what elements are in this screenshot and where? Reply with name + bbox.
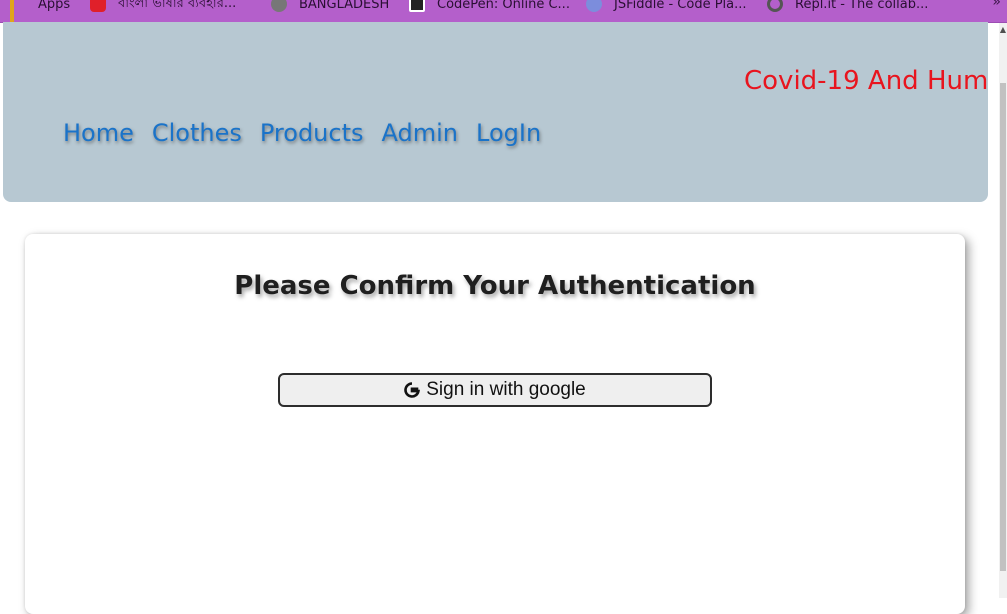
apps-icon [10,0,26,22]
scroll-thumb[interactable] [1000,83,1006,571]
page-scrollbar[interactable]: ▲ [999,23,1007,598]
codepen-icon [409,0,425,12]
news-marquee: Covid-19 And Human [744,66,988,96]
bookmark-label: BANGLADESH [299,0,390,12]
bookmarks-bar: Apps বাংলা ভাষার ব্যবহার... BANGLADESH C… [0,0,1007,23]
nav-products[interactable]: Products [260,119,364,147]
bookmark-label: বাংলা ভাষার ব্যবহার... [118,0,237,11]
bookmark-label: JSFiddle - Code Pla... [614,0,747,12]
nav-admin[interactable]: Admin [382,119,459,147]
auth-card: Please Confirm Your Authentication Sign … [25,234,965,614]
bookmark-label: Repl.it - The collab... [795,0,929,12]
main-nav: Home Clothes Products Admin LogIn [63,119,541,147]
nav-clothes[interactable]: Clothes [152,119,242,147]
google-sign-in-label: Sign in with google [426,379,586,400]
bookmark-apps[interactable]: Apps [10,0,71,22]
bookmark-label: CodePen: Online C... [437,0,570,12]
globe-icon [271,0,287,12]
auth-title: Please Confirm Your Authentication [234,271,756,301]
site-header: Covid-19 And Human Home Clothes Products… [3,22,988,202]
youtube-icon [90,0,106,12]
bookmark-label: Apps [38,0,71,12]
replit-icon [767,0,783,12]
nav-login[interactable]: LogIn [476,119,541,147]
bookmark-codepen[interactable]: CodePen: Online C... [409,0,570,14]
bookmark-bangla[interactable]: বাংলা ভাষার ব্যবহার... [90,0,236,14]
bookmark-replit[interactable]: Repl.it - The collab... [767,0,928,14]
bookmark-bangladesh[interactable]: BANGLADESH [271,0,389,14]
jsfiddle-icon [586,0,602,12]
google-icon [404,382,421,398]
nav-home[interactable]: Home [63,119,134,147]
scroll-up-arrow-icon[interactable]: ▲ [999,25,1007,35]
bookmark-jsfiddle[interactable]: JSFiddle - Code Pla... [586,0,747,14]
google-sign-in-button[interactable]: Sign in with google [278,373,712,407]
more-bookmarks-chevron-icon[interactable]: » [992,0,1001,10]
